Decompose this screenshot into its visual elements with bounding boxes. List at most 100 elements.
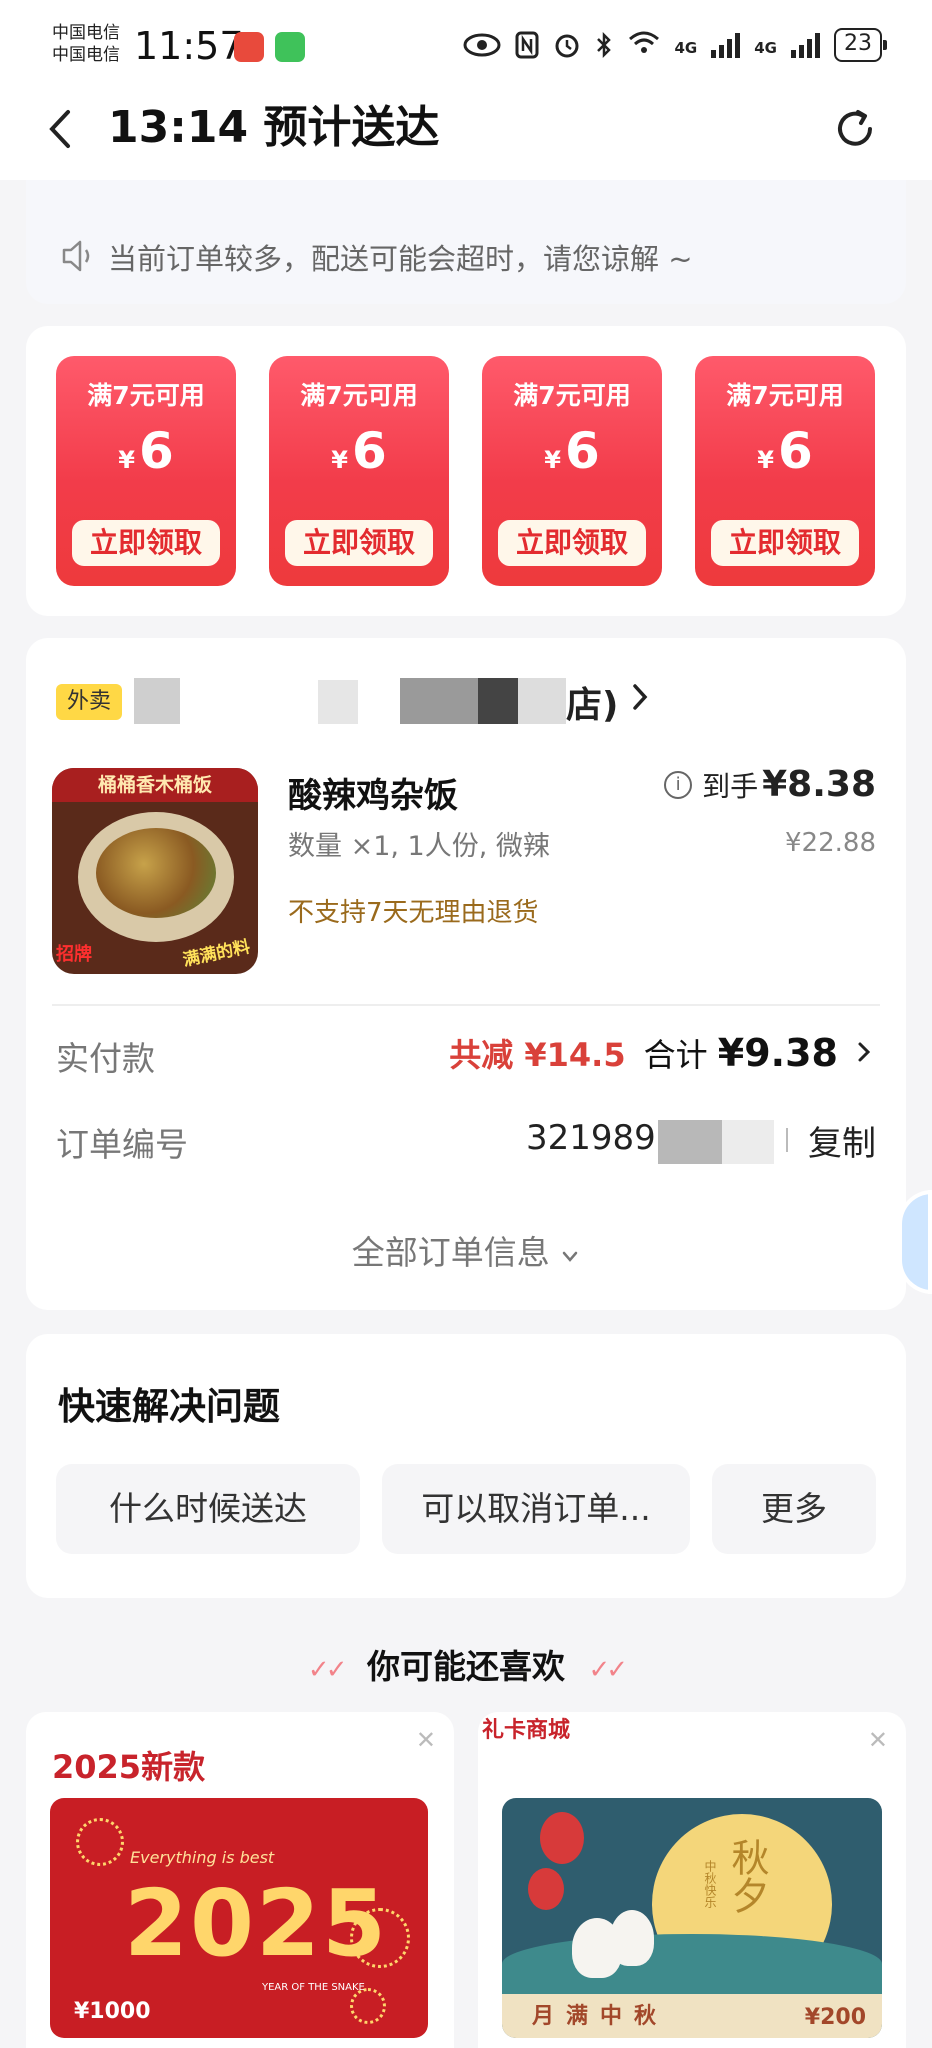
recommend-title-text: 你可能还喜欢: [367, 1647, 565, 1686]
order-card: 外卖 店) 桶桶香木桶饭 招牌 满满的料 酸辣鸡杂饭 数量 ×1, 1人份, 微…: [26, 638, 906, 1310]
firework-icon: [350, 1988, 386, 2024]
food-name: 酸辣鸡杂饭: [288, 776, 458, 816]
food-image-badge-right: 满满的料: [181, 937, 252, 971]
title-bar: 13:14 预计送达: [0, 80, 932, 180]
refresh-icon[interactable]: [832, 106, 878, 152]
redacted-shop-name: [318, 680, 358, 724]
card-title: 秋夕: [725, 1838, 769, 1914]
claim-coupon-button[interactable]: 立即领取: [285, 520, 433, 566]
lantern-icon: [528, 1868, 564, 1910]
gift-card-image: Everything is best 2025 YEAR OF THE SNAK…: [50, 1798, 428, 2038]
claim-coupon-button[interactable]: 立即领取: [72, 520, 220, 566]
gift-card-image: 秋夕 中秋快乐 月满中秋 ¥200: [502, 1798, 882, 2038]
claim-coupon-button[interactable]: 立即领取: [498, 520, 646, 566]
card-price: ¥200: [804, 2005, 866, 2030]
recommend-card-1[interactable]: ✕ 2025新款 Everything is best 2025 YEAR OF…: [26, 1712, 454, 2048]
food-image-banner: 桶桶香木桶饭: [52, 768, 258, 802]
card-price: ¥1000: [74, 1999, 151, 2024]
paid-label: 实付款: [56, 1039, 155, 1078]
order-number: 3219895: [526, 1118, 678, 1158]
card-year: 2025: [124, 1870, 389, 1977]
received-label: 到手: [702, 770, 759, 803]
redacted-shop-name: [518, 678, 566, 724]
wifi-icon: [627, 29, 661, 62]
divider: [52, 1004, 880, 1006]
close-icon[interactable]: ✕: [416, 1726, 436, 1754]
all-order-info-label: 全部订单信息: [351, 1233, 550, 1272]
chevron-right-icon: [858, 1042, 871, 1062]
coupon-1[interactable]: 满7元可用 ¥6 立即领取: [56, 356, 236, 586]
signal-bars-1-icon: [711, 32, 741, 58]
status-bar: 中国电信 中国电信 11:57 4G 4G 23: [0, 0, 932, 80]
more-button[interactable]: 更多: [712, 1464, 876, 1554]
food-image[interactable]: 桶桶香木桶饭 招牌 满满的料: [52, 768, 258, 974]
firework-icon: [76, 1818, 124, 1866]
coupon-4[interactable]: 满7元可用 ¥6 立即领取: [695, 356, 875, 586]
takeaway-tag: 外卖: [56, 684, 122, 720]
coupon-amount: ¥6: [544, 422, 600, 480]
original-price: ¥22.88: [785, 828, 876, 858]
network-type-1: 4G: [674, 39, 698, 57]
coupon-condition: 满7元可用: [300, 381, 418, 410]
coupon-amount: ¥6: [757, 422, 813, 480]
coupon-amount: ¥6: [331, 422, 387, 480]
payment-summary[interactable]: 共减 ¥14.5 合计 ¥9.38: [449, 1030, 872, 1076]
order-number-label: 订单编号: [56, 1125, 188, 1164]
all-order-info-toggle[interactable]: 全部订单信息: [26, 1226, 906, 1274]
redacted-shop-name: [478, 678, 518, 724]
card-subtitle: YEAR OF THE SNAKE: [262, 1982, 365, 1993]
coupon-2[interactable]: 满7元可用 ¥6 立即领取: [269, 356, 449, 586]
copy-order-number-button[interactable]: 复制: [808, 1116, 876, 1165]
quick-solve-section: 快速解决问题 什么时候送达 可以取消订单... 更多: [26, 1334, 906, 1598]
quick-solve-title: 快速解决问题: [58, 1385, 280, 1428]
coupon-condition: 满7元可用: [87, 381, 205, 410]
cancel-order-button[interactable]: 可以取消订单...: [382, 1464, 690, 1554]
food-shape: [96, 828, 216, 918]
card-slogan: Everything is best: [130, 1848, 275, 1867]
coupon-condition: 满7元可用: [513, 381, 631, 410]
wechat-notification-icon: [275, 32, 305, 62]
return-policy: 不支持7天无理由退货: [288, 898, 539, 928]
coupon-condition: 满7元可用: [726, 381, 844, 410]
status-icons: 4G 4G 23: [463, 28, 887, 62]
network-type-2: 4G: [754, 39, 777, 57]
when-delivered-button[interactable]: 什么时候送达: [56, 1464, 360, 1554]
nfc-icon: [515, 31, 538, 59]
carrier-2: 中国电信: [52, 45, 120, 65]
recommend-card-2[interactable]: 礼卡商城 ✕ 秋夕 中秋快乐 月满中秋 ¥200: [478, 1712, 906, 2048]
recommend-title: ✓✓ 你可能还喜欢 ✓✓: [0, 1640, 932, 1688]
lantern-icon: [540, 1812, 584, 1864]
shop-name-tail: 店): [566, 685, 619, 726]
received-value: ¥8.38: [762, 764, 876, 805]
redacted-order-number: [658, 1120, 722, 1164]
app-notification-icon: [234, 32, 264, 62]
coupon-3[interactable]: 满7元可用 ¥6 立即领取: [482, 356, 662, 586]
close-icon[interactable]: ✕: [868, 1726, 888, 1754]
carrier-labels: 中国电信 中国电信: [52, 22, 120, 66]
food-image-badge-left: 招牌: [56, 944, 92, 965]
coupon-section: 满7元可用 ¥6 立即领取 满7元可用 ¥6 立即领取 满7元可用 ¥6 立即领…: [26, 326, 906, 616]
claim-coupon-button[interactable]: 立即领取: [711, 520, 859, 566]
received-price[interactable]: i 到手 ¥8.38: [664, 764, 876, 805]
floating-service-button[interactable]: [898, 1190, 932, 1294]
recommend-card-brand: 礼卡商城: [482, 1718, 571, 1743]
redacted-order-number: [722, 1120, 774, 1164]
total-amount: 合计 ¥9.38: [643, 1031, 838, 1075]
eye-icon: [463, 33, 500, 57]
card-subtitle: 中秋快乐: [703, 1860, 717, 1908]
food-spec: 数量 ×1, 1人份, 微辣: [288, 831, 550, 862]
battery-indicator: 23: [834, 28, 887, 62]
separator: [786, 1128, 788, 1152]
signal-bars-2-icon: [791, 32, 820, 58]
alarm-icon: [555, 34, 578, 58]
decoration-icon: ✓✓: [588, 1655, 629, 1685]
discount-total: 共减 ¥14.5: [449, 1036, 626, 1074]
card-slogan: 月满中秋: [532, 2004, 669, 2029]
wave-shape: [502, 1934, 882, 1994]
recommend-card-heading: 2025新款: [52, 1748, 206, 1786]
back-chevron-icon[interactable]: [40, 104, 80, 154]
chevron-right-icon: [633, 684, 648, 710]
bluetooth-icon: [596, 31, 611, 59]
decoration-icon: ✓✓: [307, 1655, 348, 1685]
status-time: 11:57: [134, 24, 244, 68]
